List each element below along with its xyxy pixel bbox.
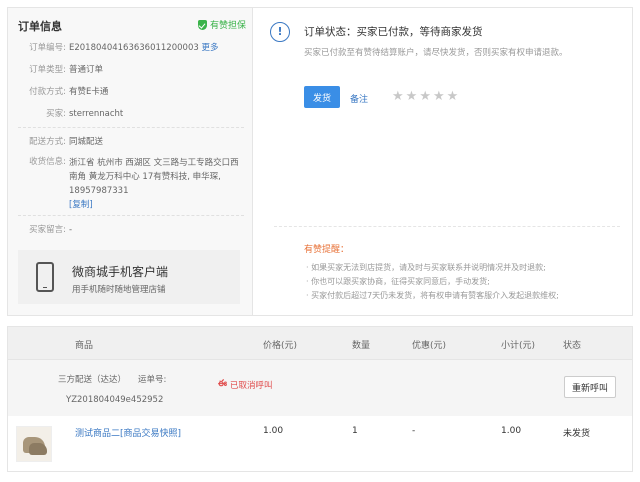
copy-address-link[interactable]: [复制]	[69, 200, 93, 210]
item-qty: 1	[352, 426, 358, 436]
buyer-message-row: 买家留言: -	[18, 224, 72, 236]
guarantee-badge: 有赞担保	[197, 18, 246, 31]
order-number-value: E20180404163636011200003	[69, 43, 199, 53]
header-status: 状态	[563, 341, 582, 351]
shoe-image	[29, 443, 47, 455]
delivery-method: 三方配送（达达）	[58, 375, 127, 385]
address-key: 收货信息:	[29, 157, 66, 167]
hints-title: 有赞提醒：	[304, 245, 350, 255]
waybill-label: 运单号:	[138, 375, 167, 385]
order-type-value: 普通订单	[69, 65, 104, 75]
mobile-app-promo[interactable]: 微商城手机客户端 用手机随时随地管理店铺	[18, 250, 240, 304]
waybill-number: YZ201804049e452952	[66, 395, 164, 405]
payment-method-row: 付款方式: 有赞E卡通	[18, 86, 108, 98]
remark-link[interactable]: 备注	[350, 92, 368, 105]
star-icon[interactable]: ★	[433, 90, 445, 104]
buyer-message-key: 买家留言:	[29, 225, 66, 235]
header-subtotal: 小计(元)	[501, 341, 536, 351]
delivery-value: 同城配送	[69, 137, 104, 147]
header-qty: 数量	[352, 341, 371, 351]
phone-icon	[36, 262, 54, 292]
address-value: 浙江省 杭州市 西湖区 文三路与工专路交口西南角 黄龙万科中心 17有赞科技, …	[69, 158, 239, 196]
buyer-value: sterrennacht	[69, 109, 124, 119]
address-row: 收货信息: 浙江省 杭州市 西湖区 文三路与工专路交口西南角 黄龙万科中心 17…	[18, 156, 239, 212]
product-name-link[interactable]: 测试商品二[商品交易快照]	[75, 426, 181, 439]
header-price: 价格(元)	[263, 341, 298, 351]
hint-line: · 买家付款后超过7天仍未发货，将有权申请有赞客服介入发起退款维权;	[306, 291, 559, 300]
table-header: 商品 价格(元) 数量 优惠(元) 小计(元) 状态	[7, 326, 633, 360]
ship-button[interactable]: 发货	[304, 86, 340, 108]
buyer-row: 买家: sterrennacht	[18, 108, 123, 120]
order-type-key: 订单类型:	[29, 65, 66, 75]
delivery-key: 配送方式:	[29, 137, 66, 147]
star-icon[interactable]: ★	[419, 90, 431, 104]
app-promo-title: 微商城手机客户端	[72, 265, 169, 279]
order-info-panel: 订单信息 有赞担保 订单编号: E20180404163636011200003…	[8, 8, 253, 315]
table-row: 测试商品二[商品交易快照] 1.00 1 - 1.00 未发货	[7, 416, 633, 472]
item-discount: -	[412, 426, 416, 436]
hint-line: · 如果买家无法到店提货，请及时与买家联系并说明情况并及时退款;	[306, 263, 546, 272]
order-status-title: 订单状态：买家已付款，等待商家发货	[304, 26, 483, 38]
order-status-description: 买家已付款至有赞待结算账户，请尽快发货，否则买家有权申请退款。	[304, 48, 568, 58]
app-promo-subtitle: 用手机随时随地管理店铺	[72, 285, 166, 295]
cancel-note-text: 已取消呼叫	[229, 381, 273, 391]
order-summary-card: 订单信息 有赞担保 订单编号: E20180404163636011200003…	[7, 7, 633, 316]
header-product: 商品	[75, 341, 94, 351]
divider	[274, 226, 620, 227]
item-price: 1.00	[263, 426, 284, 436]
header-discount: 优惠(元)	[412, 341, 447, 351]
rider-icon: ఈ	[218, 379, 227, 389]
item-status: 未发货	[563, 429, 591, 439]
star-icon[interactable]: ★	[447, 90, 459, 104]
info-icon: !	[270, 22, 290, 42]
order-info-title: 订单信息	[18, 20, 62, 33]
star-icon[interactable]: ★	[392, 90, 404, 104]
star-icon[interactable]: ★	[406, 90, 418, 104]
product-thumbnail[interactable]	[16, 426, 52, 462]
order-items-table: 商品 价格(元) 数量 优惠(元) 小计(元) 状态 三方配送（达达） 运单号:…	[7, 326, 633, 482]
payment-method-value: 有赞E卡通	[69, 87, 109, 97]
star-rating[interactable]: ★ ★ ★ ★ ★	[392, 90, 458, 104]
item-subtotal: 1.00	[501, 426, 522, 436]
recall-button[interactable]: 重新呼叫	[564, 376, 616, 398]
order-status-panel: ! 订单状态：买家已付款，等待商家发货 买家已付款至有赞待结算账户，请尽快发货，…	[254, 8, 632, 315]
shield-icon	[197, 19, 207, 30]
more-link[interactable]: 更多	[201, 43, 218, 53]
package-row: 三方配送（达达） 运单号: YZ201804049e452952 ఈ 已取消呼叫…	[7, 360, 633, 416]
order-number-row: 订单编号: E20180404163636011200003 更多	[18, 42, 218, 54]
buyer-message-value: -	[69, 225, 73, 235]
buyer-key: 买家:	[46, 109, 66, 119]
guarantee-label: 有赞担保	[209, 21, 246, 31]
payment-method-key: 付款方式:	[29, 87, 66, 97]
hint-line: · 你也可以跟买家协商，征得买家同意后，手动发货;	[306, 277, 490, 286]
order-number-key: 订单编号:	[29, 43, 66, 53]
delivery-row: 配送方式: 同城配送	[18, 136, 103, 148]
divider	[18, 215, 244, 216]
order-type-row: 订单类型: 普通订单	[18, 64, 103, 76]
divider	[18, 127, 244, 128]
call-status: ఈ 已取消呼叫	[218, 379, 272, 391]
